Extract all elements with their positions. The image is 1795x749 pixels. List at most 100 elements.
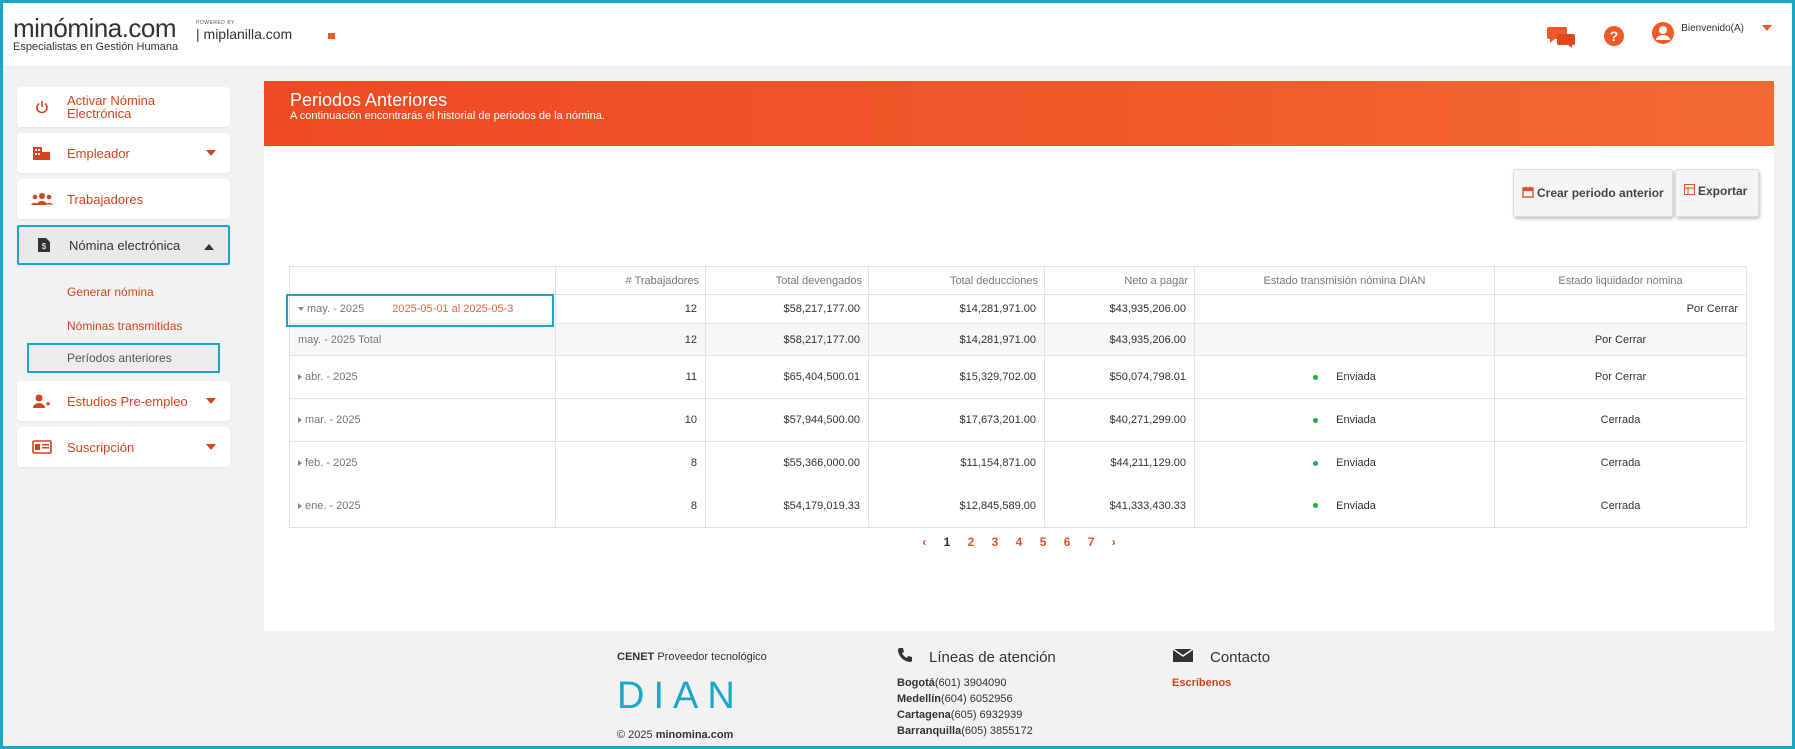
period-cell[interactable]: may. - 2025 2025-05-01 al 2025-05-3 — [286, 294, 556, 327]
expand-triangle-icon[interactable] — [298, 417, 302, 424]
page-banner: Periodos Anteriores A continuación encon… — [264, 81, 1774, 146]
dian-status-cell: Enviada — [1194, 398, 1495, 442]
envelope-icon — [1172, 647, 1194, 667]
deducciones-cell: $14,281,971.00 — [868, 323, 1045, 356]
sidebar-item-suscripcion[interactable]: Suscripción — [17, 427, 230, 467]
period-label: ene. - 2025 — [305, 499, 361, 512]
line-city: Cartagena — [897, 709, 951, 721]
column-header-period — [289, 266, 556, 295]
copyright-site: minomina.com — [655, 729, 734, 741]
period-cell[interactable]: feb. - 2025 — [289, 441, 556, 485]
pagination-page-2[interactable]: 2 — [968, 535, 975, 549]
minomina-logo[interactable]: minómina.com Especialistas en Gestión Hu… — [13, 15, 178, 53]
footer-lines: Líneas de atención Bogotá(601) 3904090 M… — [897, 647, 1056, 739]
pagination-page-5[interactable]: 5 — [1040, 535, 1047, 549]
period-cell[interactable]: ene. - 2025 — [289, 484, 556, 528]
column-header-estado-liquidador: Estado liquidador nomina — [1494, 266, 1747, 295]
calendar-icon — [1522, 186, 1534, 201]
status-dot-icon — [1313, 374, 1319, 380]
table-row[interactable]: abr. - 2025 11 $65,404,500.01 $15,329,70… — [289, 355, 1747, 399]
column-header-estado-dian: Estado transmisión nómina DIAN — [1194, 266, 1495, 295]
pagination-next[interactable]: › — [1112, 535, 1116, 549]
help-icon[interactable]: ? — [1603, 25, 1625, 47]
table-row[interactable]: ene. - 2025 8 $54,179,019.33 $12,845,589… — [289, 484, 1747, 528]
liquidador-status-cell: Cerrada — [1494, 398, 1747, 442]
period-range: 2025-05-01 al 2025-05-3 — [392, 303, 514, 315]
menu-toggle-icon[interactable] — [328, 33, 335, 39]
power-icon — [31, 100, 53, 114]
contact-link[interactable]: Escríbenos — [1172, 675, 1270, 691]
period-cell[interactable]: mar. - 2025 — [289, 398, 556, 442]
period-cell[interactable]: abr. - 2025 — [289, 355, 556, 399]
period-label: feb. - 2025 — [305, 457, 358, 470]
dian-status-cell: Enviada — [1194, 441, 1495, 485]
line-phone[interactable]: (605) 6932939 — [951, 709, 1023, 721]
neto-cell: $41,333,430.33 — [1044, 484, 1195, 528]
sidebar-item-estudios-pre-empleo[interactable]: Estudios Pre-empleo — [17, 381, 230, 421]
svg-text:?: ? — [1610, 28, 1619, 44]
footer-contact: Contacto Escríbenos — [1172, 647, 1270, 691]
collapse-triangle-icon[interactable] — [298, 307, 304, 312]
sidebar-item-nomina-electronica[interactable]: $ Nómina electrónica — [17, 225, 230, 265]
workers-cell: 8 — [555, 484, 706, 528]
sidebar-item-label: Trabajadores — [67, 191, 144, 207]
line-city: Medellín — [897, 693, 942, 705]
dian-logo: DIAN — [617, 675, 744, 717]
dian-status-label: Enviada — [1336, 371, 1376, 383]
users-icon — [31, 191, 53, 207]
deducciones-cell: $14,281,971.00 — [868, 294, 1045, 324]
liquidador-status-cell: Por Cerrar — [1494, 294, 1747, 324]
line-phone[interactable]: (604) 6052956 — [941, 693, 1013, 705]
table-row[interactable]: may. - 2025 2025-05-01 al 2025-05-3 12 $5… — [286, 294, 1747, 327]
expand-triangle-icon[interactable] — [298, 374, 302, 381]
deducciones-cell: $15,329,702.00 — [868, 355, 1045, 399]
workers-cell: 11 — [555, 355, 706, 399]
table-row[interactable]: feb. - 2025 8 $55,366,000.00 $11,154,871… — [289, 441, 1747, 485]
submenu-nomina: Generar nómina Nóminas transmitidas Perí… — [17, 271, 230, 375]
liquidador-status-cell: Por Cerrar — [1494, 323, 1747, 356]
table-row[interactable]: mar. - 2025 10 $57,944,500.00 $17,673,20… — [289, 398, 1747, 442]
neto-cell: $50,074,798.01 — [1044, 355, 1195, 399]
submenu-item-generar-nomina[interactable]: Generar nómina — [17, 275, 230, 309]
pagination-prev[interactable]: ‹ — [922, 535, 926, 549]
line-phone[interactable]: (601) 3904090 — [935, 677, 1007, 689]
pagination-page-7[interactable]: 7 — [1088, 535, 1095, 549]
period-label: may. - 2025 — [307, 303, 365, 315]
status-dot-icon — [1313, 503, 1319, 509]
chevron-down-icon[interactable] — [1762, 25, 1772, 31]
pagination-page-1[interactable]: 1 — [944, 535, 951, 549]
dian-status-label: Enviada — [1336, 414, 1376, 426]
expand-triangle-icon[interactable] — [298, 502, 302, 509]
export-button[interactable]: Exportar — [1675, 169, 1759, 217]
top-bar: minómina.com Especialistas en Gestión Hu… — [3, 3, 1792, 67]
devengados-cell: $58,217,177.00 — [705, 294, 869, 324]
user-menu[interactable]: Bienvenido(A) — [1651, 21, 1772, 50]
dian-status-label: Enviada — [1336, 499, 1376, 512]
liquidador-status-cell: Cerrada — [1494, 441, 1747, 485]
devengados-cell: $57,944,500.00 — [705, 398, 869, 442]
pagination-page-6[interactable]: 6 — [1064, 535, 1071, 549]
sidebar-item-empleador[interactable]: Empleador — [17, 133, 230, 173]
pagination-page-3[interactable]: 3 — [992, 535, 999, 549]
deducciones-cell: $12,845,589.00 — [868, 484, 1045, 528]
sidebar-item-activar-nomina[interactable]: Activar Nómina Electrónica — [17, 87, 230, 127]
pagination-page-4[interactable]: 4 — [1016, 535, 1023, 549]
lines-title: Líneas de atención — [929, 648, 1056, 666]
line-phone[interactable]: (605) 3855172 — [961, 725, 1033, 737]
user-plus-icon — [31, 393, 53, 409]
phone-icon — [897, 647, 913, 667]
chat-icon[interactable] — [1547, 24, 1577, 48]
devengados-cell: $54,179,019.33 — [705, 484, 869, 528]
expand-triangle-icon[interactable] — [298, 460, 302, 467]
sidebar-item-label: Empleador — [67, 145, 130, 161]
chevron-down-icon — [206, 398, 216, 404]
create-period-button[interactable]: Crear periodo anterior — [1513, 169, 1673, 217]
sidebar-item-trabajadores[interactable]: Trabajadores — [17, 179, 230, 219]
svg-text:$: $ — [42, 242, 47, 251]
deducciones-cell: $17,673,201.00 — [868, 398, 1045, 442]
sidebar-item-label: Activar Nómina Electrónica — [67, 93, 156, 121]
page-subtitle: A continuación encontrarás el historial … — [290, 110, 605, 122]
submenu-item-periodos-anteriores[interactable]: Períodos anteriores — [27, 343, 220, 373]
submenu-item-nominas-transmitidas[interactable]: Nóminas transmitidas — [17, 309, 230, 343]
footer-provider: CENET Proveedor tecnológico DIAN © 2025 … — [617, 649, 767, 741]
